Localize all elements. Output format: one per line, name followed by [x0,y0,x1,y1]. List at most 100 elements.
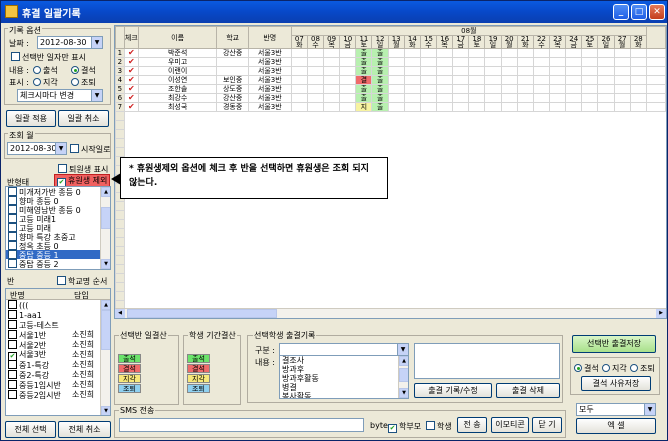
attendance-cell[interactable]: 출 [371,84,389,94]
attendance-cell[interactable] [387,48,405,58]
attendance-cell[interactable] [516,93,534,103]
attendance-cell[interactable] [581,75,599,85]
content-item[interactable]: 방과후 [280,365,408,374]
attendance-cell[interactable] [549,57,567,67]
minimize-button[interactable]: _ [613,4,629,20]
attendance-cell[interactable] [387,93,405,103]
attendance-cell[interactable] [387,75,405,85]
attendance-cell[interactable] [436,66,454,76]
attendance-cell[interactable] [597,75,615,85]
attendance-cell[interactable] [468,75,486,85]
row-check-icon[interactable]: ✔ [123,93,139,103]
attendance-cell[interactable] [452,66,470,76]
date-picker[interactable]: 2012-08-30 ▼ [37,36,103,49]
attendance-cell[interactable] [597,93,615,103]
only-selected-option[interactable]: 선택반 일자만 표시 [11,52,86,63]
row-check-icon[interactable]: ✔ [123,48,139,58]
attendance-cell[interactable] [290,57,308,67]
attendance-cell[interactable] [484,93,502,103]
attendance-cell[interactable] [452,75,470,85]
school-order-option[interactable]: 학교명 순서 [57,276,107,287]
attendance-cell[interactable] [468,57,486,67]
attendance-cell[interactable] [484,66,502,76]
class-checkbox[interactable] [8,300,17,309]
class-type-checkbox[interactable] [8,187,17,196]
attendance-cell[interactable] [436,48,454,58]
table-row[interactable] [115,237,666,247]
attendance-cell[interactable] [387,57,405,67]
start-day-checkbox[interactable] [70,144,79,153]
class-type-checkbox[interactable] [8,250,17,259]
class-list-scrollbar[interactable]: ▲ ▼ [100,300,110,415]
attendance-cell[interactable] [306,93,325,103]
class-type-checkbox[interactable] [8,223,17,232]
class-checkbox[interactable] [8,320,17,329]
attendance-cell[interactable] [613,48,631,58]
attendance-cell[interactable]: 출 [371,75,389,85]
save-absence-reason-button[interactable]: 결석 사유저장 [581,376,651,391]
attendance-cell[interactable] [565,93,583,103]
attendance-cell[interactable] [436,57,454,67]
class-item[interactable]: 서울1반 소진희 [6,330,110,340]
attendance-cell[interactable] [452,93,470,103]
attendance-cell[interactable] [565,75,583,85]
attendance-cell[interactable] [339,48,357,58]
attendance-cell[interactable]: 출 [355,93,373,103]
attendance-cell[interactable] [484,57,502,67]
attendance-cell[interactable] [419,75,438,85]
attendance-cell[interactable] [306,84,325,94]
table-row[interactable] [115,228,666,238]
class-checkbox[interactable] [8,340,17,349]
attendance-cell[interactable] [306,48,325,58]
parent-checkbox[interactable]: ✔ [388,424,397,433]
sms-input[interactable] [119,418,364,432]
class-item[interactable]: 고등-테스트 [6,320,110,330]
attendance-cell[interactable]: 출 [355,57,373,67]
student-option[interactable]: 학생 [426,421,452,432]
attendance-cell[interactable] [306,66,325,76]
class-checkbox[interactable] [8,390,17,399]
attendance-cell[interactable] [419,57,438,67]
attendance-cell[interactable] [436,75,454,85]
close-window-button[interactable]: ✕ [649,4,665,20]
table-row[interactable] [115,282,666,292]
attendance-cell[interactable]: 출 [371,93,389,103]
attendance-cell[interactable] [306,102,325,112]
table-row[interactable]: 5 ✔ 조한솔 상도중 서울3반 출 출 [115,84,666,94]
attendance-cell[interactable] [532,48,551,58]
attendance-cell[interactable] [565,102,583,112]
radio-late[interactable]: 지각 [33,77,58,88]
bulk-cancel-button[interactable]: 일괄 취소 [58,110,109,127]
class-item[interactable]: ✔ 서울3반 소진희 [6,350,110,361]
attendance-cell[interactable] [532,84,551,94]
attendance-cell[interactable] [613,75,631,85]
attendance-cell[interactable] [403,93,421,103]
attendance-cell[interactable] [516,48,534,58]
class-list[interactable]: 반명 담임 (((1-aa1 고등-테스트 서울1반 소진희 서울2반 소진희 ✔ 서울3반 소… [5,288,111,416]
attendance-cell[interactable]: 출 [355,66,373,76]
class-type-checkbox[interactable] [8,196,17,205]
attendance-cell[interactable]: 출 [371,57,389,67]
select-all-button[interactable]: 전체 선택 [5,421,56,438]
attendance-cell[interactable] [613,102,631,112]
attendance-cell[interactable] [516,84,534,94]
right-radio-late[interactable]: 지각 [602,363,627,374]
attendance-cell[interactable] [468,102,486,112]
attendance-cell[interactable] [549,66,567,76]
record-memo[interactable] [414,343,560,379]
start-day-option[interactable]: 시작일로 [70,144,110,155]
attendance-cell[interactable] [452,57,470,67]
table-row[interactable] [115,246,666,256]
attendance-cell[interactable] [403,75,421,85]
attendance-cell[interactable] [468,48,486,58]
attendance-cell[interactable] [532,75,551,85]
attendance-cell[interactable] [323,93,341,103]
class-checkbox[interactable] [8,380,17,389]
bulk-apply-button[interactable]: 일괄 적용 [6,110,56,127]
attendance-cell[interactable] [629,48,647,58]
attendance-cell[interactable] [290,93,308,103]
content-list[interactable]: 결조사 방과후 방과후활동 병결 봉사활동 ▲ ▼ [279,355,409,399]
attendance-cell[interactable] [290,84,308,94]
record-delete-button[interactable]: 출결 삭제 [496,383,560,398]
class-type-item[interactable]: 정옥 초등 0 [6,241,110,251]
